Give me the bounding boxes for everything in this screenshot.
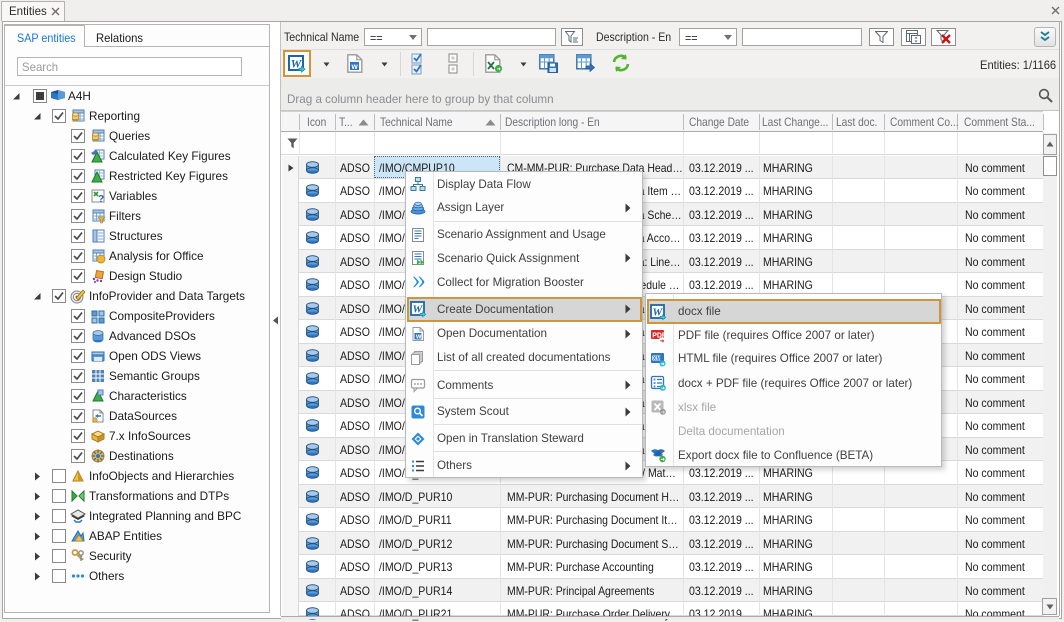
svg-text:w: w xyxy=(415,333,422,340)
svg-text:?: ? xyxy=(98,194,104,204)
svg-text:w: w xyxy=(351,62,359,71)
